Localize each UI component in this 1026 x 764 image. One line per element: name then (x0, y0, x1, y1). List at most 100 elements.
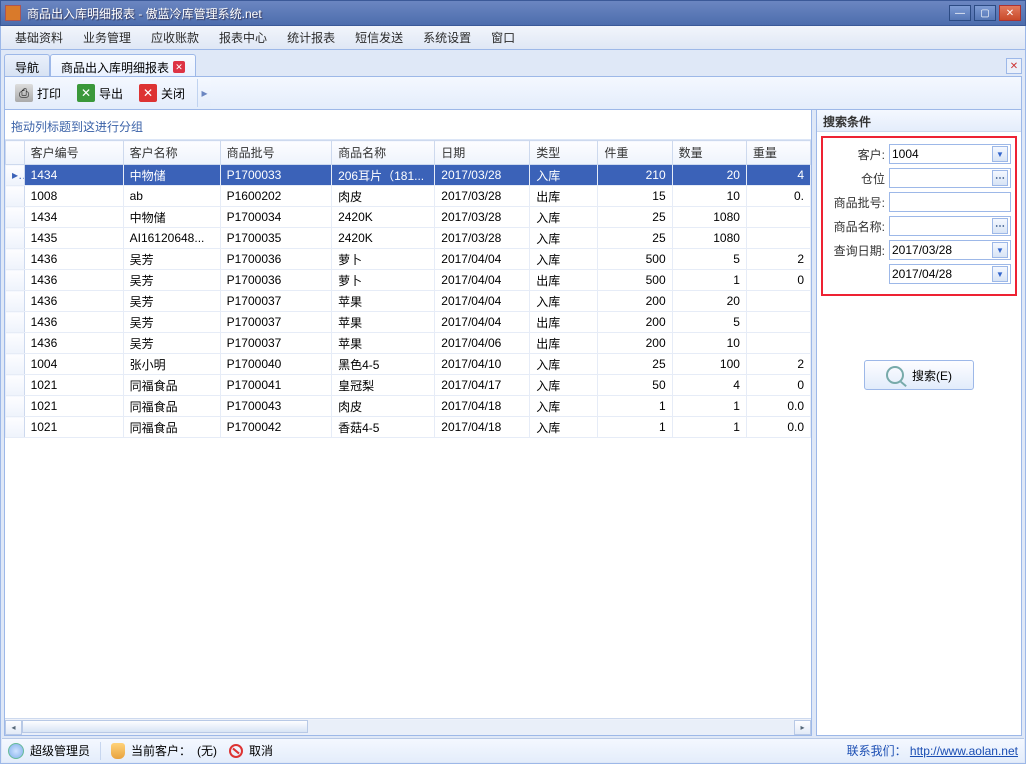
menu-item-0[interactable]: 基础资料 (5, 26, 73, 49)
menu-item-2[interactable]: 应收账款 (141, 26, 209, 49)
tab-report[interactable]: 商品出入库明细报表 ✕ (50, 54, 196, 76)
table-row[interactable]: 1008abP1600202肉皮2017/03/28出库15100. (6, 186, 811, 207)
cell: 1 (672, 396, 746, 417)
table-row[interactable]: 1434中物储P17000342420K2017/03/28入库251080 (6, 207, 811, 228)
date-from-input-wrap: ▼ (889, 240, 1011, 260)
table-row[interactable]: 1436吴芳P1700036萝卜2017/04/04出库50010 (6, 270, 811, 291)
table-row[interactable]: 1436吴芳P1700037苹果2017/04/06出库20010 (6, 333, 811, 354)
export-button[interactable]: ✕ 导出 (71, 80, 129, 106)
cell: 10 (672, 333, 746, 354)
cell: 2017/04/04 (435, 291, 530, 312)
menu-item-1[interactable]: 业务管理 (73, 26, 141, 49)
cell: 1 (672, 417, 746, 438)
menu-item-7[interactable]: 窗口 (481, 26, 525, 49)
position-input[interactable] (892, 171, 992, 185)
menu-item-4[interactable]: 统计报表 (277, 26, 345, 49)
date-to-input-wrap: ▼ (889, 264, 1011, 284)
column-header-5[interactable]: 类型 (530, 141, 598, 165)
tab-nav[interactable]: 导航 (4, 54, 50, 76)
column-header-0[interactable]: 客户编号 (24, 141, 123, 165)
cell: 吴芳 (123, 333, 220, 354)
date-to-dropdown-icon[interactable]: ▼ (992, 266, 1008, 282)
cell: 2017/04/06 (435, 333, 530, 354)
cell: 入库 (530, 354, 598, 375)
cancel-icon[interactable] (229, 744, 243, 758)
cell: 黑色4-5 (332, 354, 435, 375)
table-row[interactable]: 1004张小明P1700040黑色4-52017/04/10入库251002 (6, 354, 811, 375)
maximize-button[interactable]: ▢ (974, 5, 996, 21)
tabs-close-all-button[interactable]: ✕ (1006, 58, 1022, 74)
indicator-header (6, 141, 25, 165)
column-header-7[interactable]: 数量 (672, 141, 746, 165)
window-close-button[interactable]: ✕ (999, 5, 1021, 21)
table-row[interactable]: 1021同福食品P1700042香菇4-52017/04/18入库110.0 (6, 417, 811, 438)
cell: 100 (672, 354, 746, 375)
cell: P1700036 (220, 270, 331, 291)
date-from-dropdown-icon[interactable]: ▼ (992, 242, 1008, 258)
contact-link[interactable]: 联系我们： http://www.aolan.net (847, 742, 1018, 759)
search-header: 搜索条件 (817, 110, 1021, 132)
search-button[interactable]: 搜索(E) (864, 360, 974, 390)
table-row[interactable]: ▸1434中物储P1700033206耳片（181...2017/03/28入库… (6, 165, 811, 186)
batch-input[interactable] (892, 195, 1008, 209)
cell: 1436 (24, 249, 123, 270)
cell (746, 207, 810, 228)
cell: 1 (672, 270, 746, 291)
cell: 出库 (530, 270, 598, 291)
cell: 2017/04/18 (435, 417, 530, 438)
table-row[interactable]: 1436吴芳P1700036萝卜2017/04/04入库50052 (6, 249, 811, 270)
print-button[interactable]: ⎙ 打印 (9, 80, 67, 106)
customer-dropdown-icon[interactable]: ▼ (992, 146, 1008, 162)
cell (746, 291, 810, 312)
column-header-8[interactable]: 重量 (746, 141, 810, 165)
group-panel[interactable]: 拖动列标题到这进行分组 (5, 110, 811, 140)
horizontal-scrollbar[interactable]: ◂ ▸ (5, 718, 811, 735)
cell: P1700034 (220, 207, 331, 228)
column-header-4[interactable]: 日期 (435, 141, 530, 165)
scroll-track[interactable] (22, 720, 794, 735)
column-header-2[interactable]: 商品批号 (220, 141, 331, 165)
cell: 2017/04/04 (435, 312, 530, 333)
cell: P1700033 (220, 165, 331, 186)
table-row[interactable]: 1436吴芳P1700037苹果2017/04/04出库2005 (6, 312, 811, 333)
menu-item-6[interactable]: 系统设置 (413, 26, 481, 49)
cell: 入库 (530, 417, 598, 438)
column-header-3[interactable]: 商品名称 (332, 141, 435, 165)
data-grid[interactable]: 客户编号客户名称商品批号商品名称日期类型件重数量重量 ▸1434中物储P1700… (5, 140, 811, 718)
cell: 25 (598, 207, 672, 228)
row-indicator (6, 207, 25, 228)
cell: 500 (598, 270, 672, 291)
menu-item-3[interactable]: 报表中心 (209, 26, 277, 49)
scroll-thumb[interactable] (22, 720, 308, 733)
close-button[interactable]: ✕ 关闭 (133, 80, 191, 106)
toolbar-scroll-right[interactable]: ▸ (197, 79, 211, 107)
tab-close-icon[interactable]: ✕ (173, 61, 185, 73)
date-to-input[interactable] (892, 267, 992, 281)
menu-item-5[interactable]: 短信发送 (345, 26, 413, 49)
row-indicator (6, 312, 25, 333)
cell: 出库 (530, 312, 598, 333)
cell: 1080 (672, 228, 746, 249)
scroll-left-arrow[interactable]: ◂ (5, 720, 22, 735)
table-row[interactable]: 1021同福食品P1700041皇冠梨2017/04/17入库5040 (6, 375, 811, 396)
cell: 200 (598, 312, 672, 333)
table-row[interactable]: 1436吴芳P1700037苹果2017/04/04入库20020 (6, 291, 811, 312)
column-header-6[interactable]: 件重 (598, 141, 672, 165)
date-from-input[interactable] (892, 243, 992, 257)
scroll-right-arrow[interactable]: ▸ (794, 720, 811, 735)
pname-browse-icon[interactable]: ⋯ (992, 218, 1008, 234)
pname-input[interactable] (892, 219, 992, 233)
statusbar: 超级管理员 当前客户： (无) 取消 联系我们： http://www.aola… (2, 738, 1024, 762)
label-position: 仓位 (827, 170, 889, 187)
position-browse-icon[interactable]: ⋯ (992, 170, 1008, 186)
cell: 2420K (332, 228, 435, 249)
minimize-button[interactable]: — (949, 5, 971, 21)
contact-url[interactable]: http://www.aolan.net (910, 744, 1018, 758)
row-indicator (6, 333, 25, 354)
row-indicator (6, 396, 25, 417)
table-row[interactable]: 1435AI16120648...P17000352420K2017/03/28… (6, 228, 811, 249)
column-header-1[interactable]: 客户名称 (123, 141, 220, 165)
table-row[interactable]: 1021同福食品P1700043肉皮2017/04/18入库110.0 (6, 396, 811, 417)
status-cancel[interactable]: 取消 (249, 742, 273, 759)
customer-input[interactable] (892, 147, 992, 161)
